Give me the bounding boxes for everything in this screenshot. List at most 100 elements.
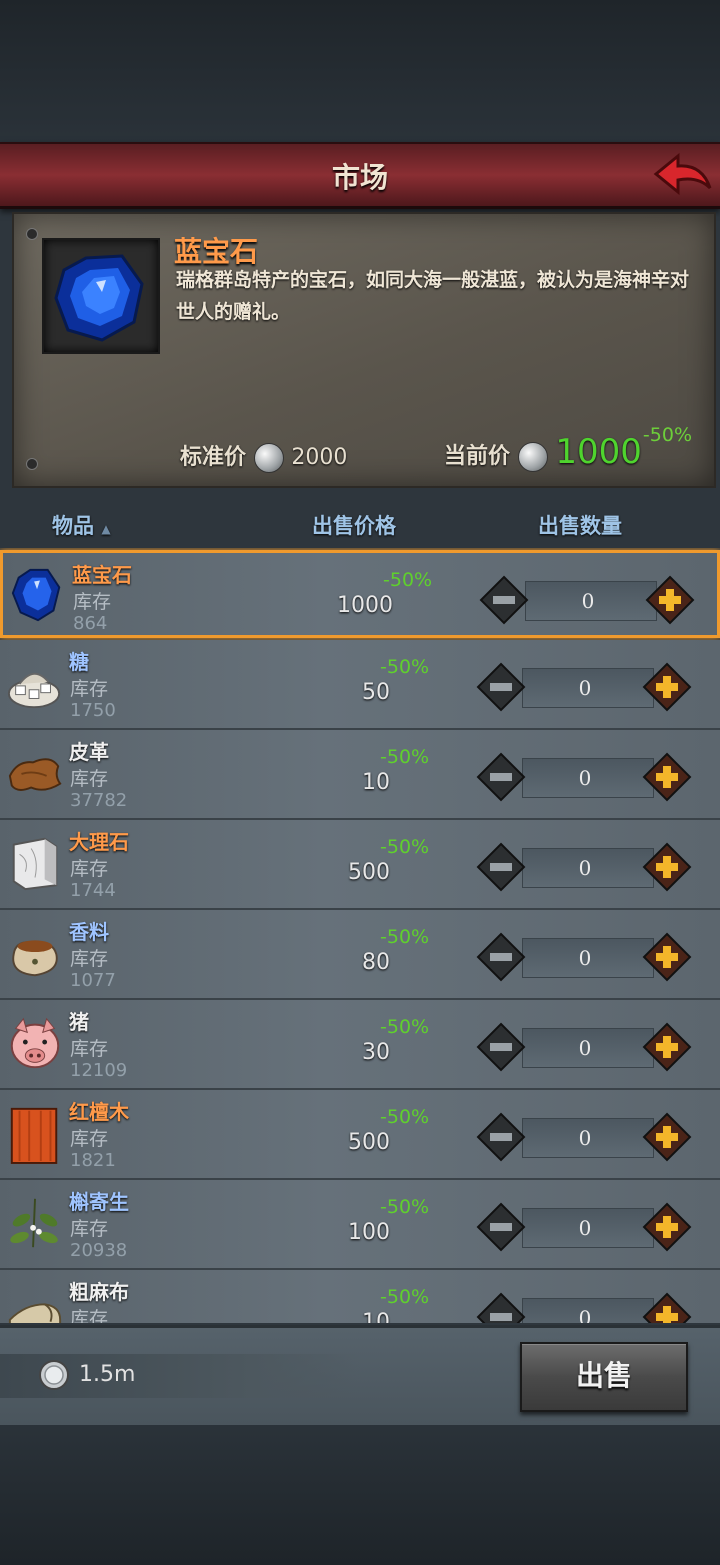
- quantity-value: 0: [578, 1036, 592, 1060]
- minus-icon: [479, 575, 529, 625]
- increase-button[interactable]: [642, 752, 692, 802]
- increase-button[interactable]: [642, 662, 692, 712]
- increase-button[interactable]: [642, 1112, 692, 1162]
- decrease-button[interactable]: [476, 752, 526, 802]
- standard-price: 标准价 2000: [180, 439, 347, 473]
- sell-price: 100: [348, 1220, 390, 1245]
- silver-coin-icon: [39, 1360, 69, 1390]
- decrease-button[interactable]: [476, 1202, 526, 1252]
- decrease-button[interactable]: [476, 1292, 526, 1323]
- minus-icon: [476, 662, 526, 712]
- item-list[interactable]: 蓝宝石 库存 864 -50% 1000 0 糖库存 1750 -50% 50 0 皮革 库存 37782…: [0, 548, 720, 1323]
- discount-badge: -50%: [380, 746, 430, 768]
- increase-button[interactable]: [642, 842, 692, 892]
- marble-icon: [12, 837, 58, 891]
- stock-value: 1077: [70, 970, 116, 991]
- header-item-label: 物品: [52, 514, 94, 538]
- pig-icon: [10, 1017, 60, 1069]
- quantity-value: 0: [581, 589, 595, 613]
- list-item[interactable]: 糖库存 1750 -50% 50 0: [0, 640, 720, 730]
- sort-ascending-icon: ▲: [101, 522, 111, 536]
- header-quantity: 出售数量: [538, 514, 622, 538]
- minus-icon: [476, 1112, 526, 1162]
- header-item[interactable]: 物品 ▲: [52, 510, 111, 540]
- stock-label: 库存: [70, 948, 109, 970]
- increase-button[interactable]: [642, 1292, 692, 1323]
- plus-icon: [642, 662, 692, 712]
- quantity-value: 0: [578, 856, 592, 880]
- discount-badge: -50%: [383, 569, 433, 591]
- stock-value: 864: [73, 613, 108, 634]
- money-value: 1.5m: [79, 1362, 136, 1387]
- plus-icon: [642, 752, 692, 802]
- sapphire-icon: [54, 254, 144, 342]
- increase-button[interactable]: [642, 932, 692, 982]
- minus-icon: [476, 842, 526, 892]
- stock-label: 库存: [70, 768, 109, 790]
- stock-value: 20938: [70, 1240, 128, 1261]
- stock-label: 库存: [73, 591, 112, 613]
- sell-price: 500: [348, 860, 390, 885]
- minus-icon: [476, 1022, 526, 1072]
- increase-button[interactable]: [645, 575, 695, 625]
- stock-value: 1750: [70, 700, 116, 721]
- plus-icon: [642, 1202, 692, 1252]
- back-arrow-icon: [653, 152, 712, 196]
- sell-price: 50: [362, 680, 390, 705]
- discount-badge: -50%: [380, 1196, 430, 1218]
- list-item[interactable]: 香料 库存 1077 -50% 80 0: [0, 910, 720, 1000]
- plus-icon: [642, 842, 692, 892]
- decrease-button[interactable]: [476, 662, 526, 712]
- spice-sack-icon: [12, 940, 58, 977]
- quantity-value: 0: [578, 766, 592, 790]
- stock-value: 37782: [70, 790, 128, 811]
- plus-icon: [642, 1022, 692, 1072]
- money-display: 1.5m: [0, 1354, 360, 1398]
- sell-price: 30: [362, 1040, 390, 1065]
- plus-icon: [645, 575, 695, 625]
- sell-price: 500: [348, 1130, 390, 1155]
- back-button[interactable]: [652, 148, 714, 200]
- stock-label: 库存: [70, 678, 109, 700]
- sell-price: 1000: [337, 593, 393, 618]
- bottom-bar: 1.5m 出售: [0, 1325, 720, 1425]
- list-item[interactable]: 猪库存 12109 -50% 30 0: [0, 1000, 720, 1090]
- sell-price: 10: [362, 1310, 390, 1323]
- increase-button[interactable]: [642, 1022, 692, 1072]
- decrease-button[interactable]: [476, 932, 526, 982]
- minus-icon: [476, 752, 526, 802]
- discount-badge: -50%: [380, 836, 430, 858]
- list-item[interactable]: 槲寄生库存 20938 -50% 100 0: [0, 1180, 720, 1270]
- sapphire-icon: [11, 568, 61, 622]
- item-detail-panel: 蓝宝石 瑞格群岛特产的宝石，如同大海一般湛蓝，被认为是海神辛对世人的赠礼。 标准…: [12, 212, 716, 488]
- standard-price-label: 标准价: [180, 445, 247, 470]
- sugar-icon: [7, 672, 61, 709]
- decrease-button[interactable]: [476, 842, 526, 892]
- stock-label: 库存: [70, 858, 109, 880]
- increase-button[interactable]: [642, 1202, 692, 1252]
- list-item[interactable]: 红檀木 库存 1821 -50% 500 0: [0, 1090, 720, 1180]
- item-name: 猪: [69, 1010, 89, 1034]
- stock-label: 库存: [70, 1218, 109, 1240]
- list-item[interactable]: 蓝宝石库存 864 -50% 1000 0: [0, 550, 720, 638]
- quantity-value: 0: [578, 1306, 592, 1323]
- background-bottom: [0, 1420, 720, 1565]
- item-name: 红檀木: [69, 1100, 129, 1124]
- decrease-button[interactable]: [476, 1112, 526, 1162]
- list-item[interactable]: 大理石 库存 1744 -50% 500 0: [0, 820, 720, 910]
- quantity-value: 0: [578, 1126, 592, 1150]
- item-name: 皮革: [69, 740, 109, 764]
- list-item[interactable]: 粗麻布 库存 -50% 10 0: [0, 1270, 720, 1323]
- redwood-icon: [10, 1107, 58, 1164]
- decrease-button[interactable]: [476, 1022, 526, 1072]
- quantity-value: 0: [578, 1216, 592, 1240]
- quantity-value: 0: [578, 676, 592, 700]
- item-name: 槲寄生: [69, 1190, 129, 1214]
- sell-button[interactable]: 出售: [520, 1342, 688, 1412]
- list-item[interactable]: 皮革 库存 37782 -50% 10 0: [0, 730, 720, 820]
- plus-icon: [642, 1292, 692, 1323]
- decrease-button[interactable]: [479, 575, 529, 625]
- detail-item-description: 瑞格群岛特产的宝石，如同大海一般湛蓝，被认为是海神辛对世人的赠礼。: [176, 269, 690, 323]
- item-name: 蓝宝石: [72, 563, 132, 587]
- page-title: 市场: [331, 161, 388, 194]
